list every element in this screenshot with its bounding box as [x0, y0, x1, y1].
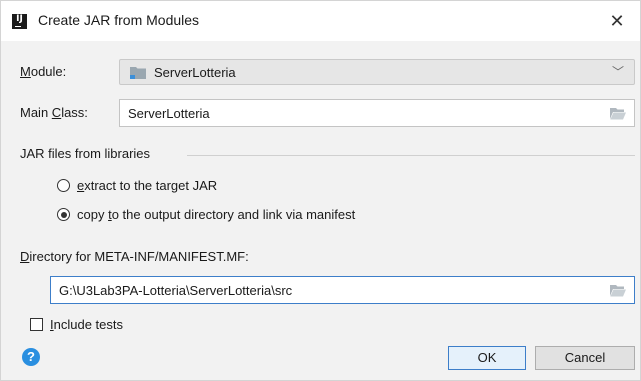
- copy-radio-label[interactable]: copy to the output directory and link vi…: [77, 207, 355, 222]
- folder-browse-icon[interactable]: [610, 107, 626, 123]
- copy-label-prefix: copy: [77, 207, 109, 222]
- include-tests-label-rest: nclude tests: [53, 317, 123, 332]
- copy-label-rest: o the output directory and link via mani…: [111, 207, 356, 222]
- close-icon: ✕: [609, 11, 625, 31]
- title-bar[interactable]: IJ Create JAR from Modules ✕: [1, 1, 640, 41]
- cancel-button[interactable]: Cancel: [535, 346, 635, 370]
- copy-radio[interactable]: [57, 208, 70, 221]
- module-select-value: ServerLotteria: [154, 65, 236, 80]
- module-label: Module:: [20, 64, 66, 79]
- include-tests-label[interactable]: Include tests: [50, 317, 123, 332]
- module-folder-icon: [130, 66, 146, 82]
- main-class-label-rest: lass:: [61, 105, 88, 120]
- manifest-dir-input[interactable]: [59, 277, 602, 303]
- window-title: Create JAR from Modules: [38, 12, 200, 28]
- manifest-dir-label-rest: irectory for META-INF/MANIFEST.MF:: [29, 249, 249, 264]
- close-button[interactable]: ✕: [594, 1, 640, 41]
- manifest-dir-field[interactable]: [50, 276, 635, 304]
- intellij-app-icon: IJ: [12, 14, 27, 29]
- app-icon-text: IJ: [16, 14, 23, 24]
- main-class-label: Main Class:: [20, 105, 88, 120]
- extract-label-rest: xtract to the target JAR: [84, 178, 218, 193]
- help-icon[interactable]: ?: [22, 348, 40, 366]
- manifest-dir-mnemonic: D: [20, 249, 30, 264]
- main-class-input[interactable]: [128, 100, 602, 126]
- chevron-down-icon: ﹀: [611, 65, 624, 79]
- create-jar-dialog: IJ Create JAR from Modules ✕ Module: Ser…: [0, 0, 641, 381]
- include-tests-checkbox[interactable]: [30, 318, 43, 331]
- manifest-dir-label: Directory for META-INF/MANIFEST.MF:: [20, 249, 249, 264]
- group-divider: [187, 155, 635, 156]
- module-label-mnemonic: M: [20, 64, 31, 79]
- manifest-browse-icon[interactable]: [610, 284, 626, 300]
- libraries-group-title: JAR files from libraries: [20, 146, 151, 161]
- module-label-text: odule:: [30, 64, 67, 79]
- extract-radio[interactable]: [57, 179, 70, 192]
- main-class-label-prefix: Main: [20, 105, 52, 120]
- main-class-field[interactable]: [119, 99, 635, 127]
- module-select[interactable]: ServerLotteria ﹀: [119, 59, 635, 85]
- main-class-label-mnemonic: C: [51, 105, 62, 120]
- ok-button[interactable]: OK: [448, 346, 526, 370]
- extract-radio-label[interactable]: extract to the target JAR: [77, 178, 217, 193]
